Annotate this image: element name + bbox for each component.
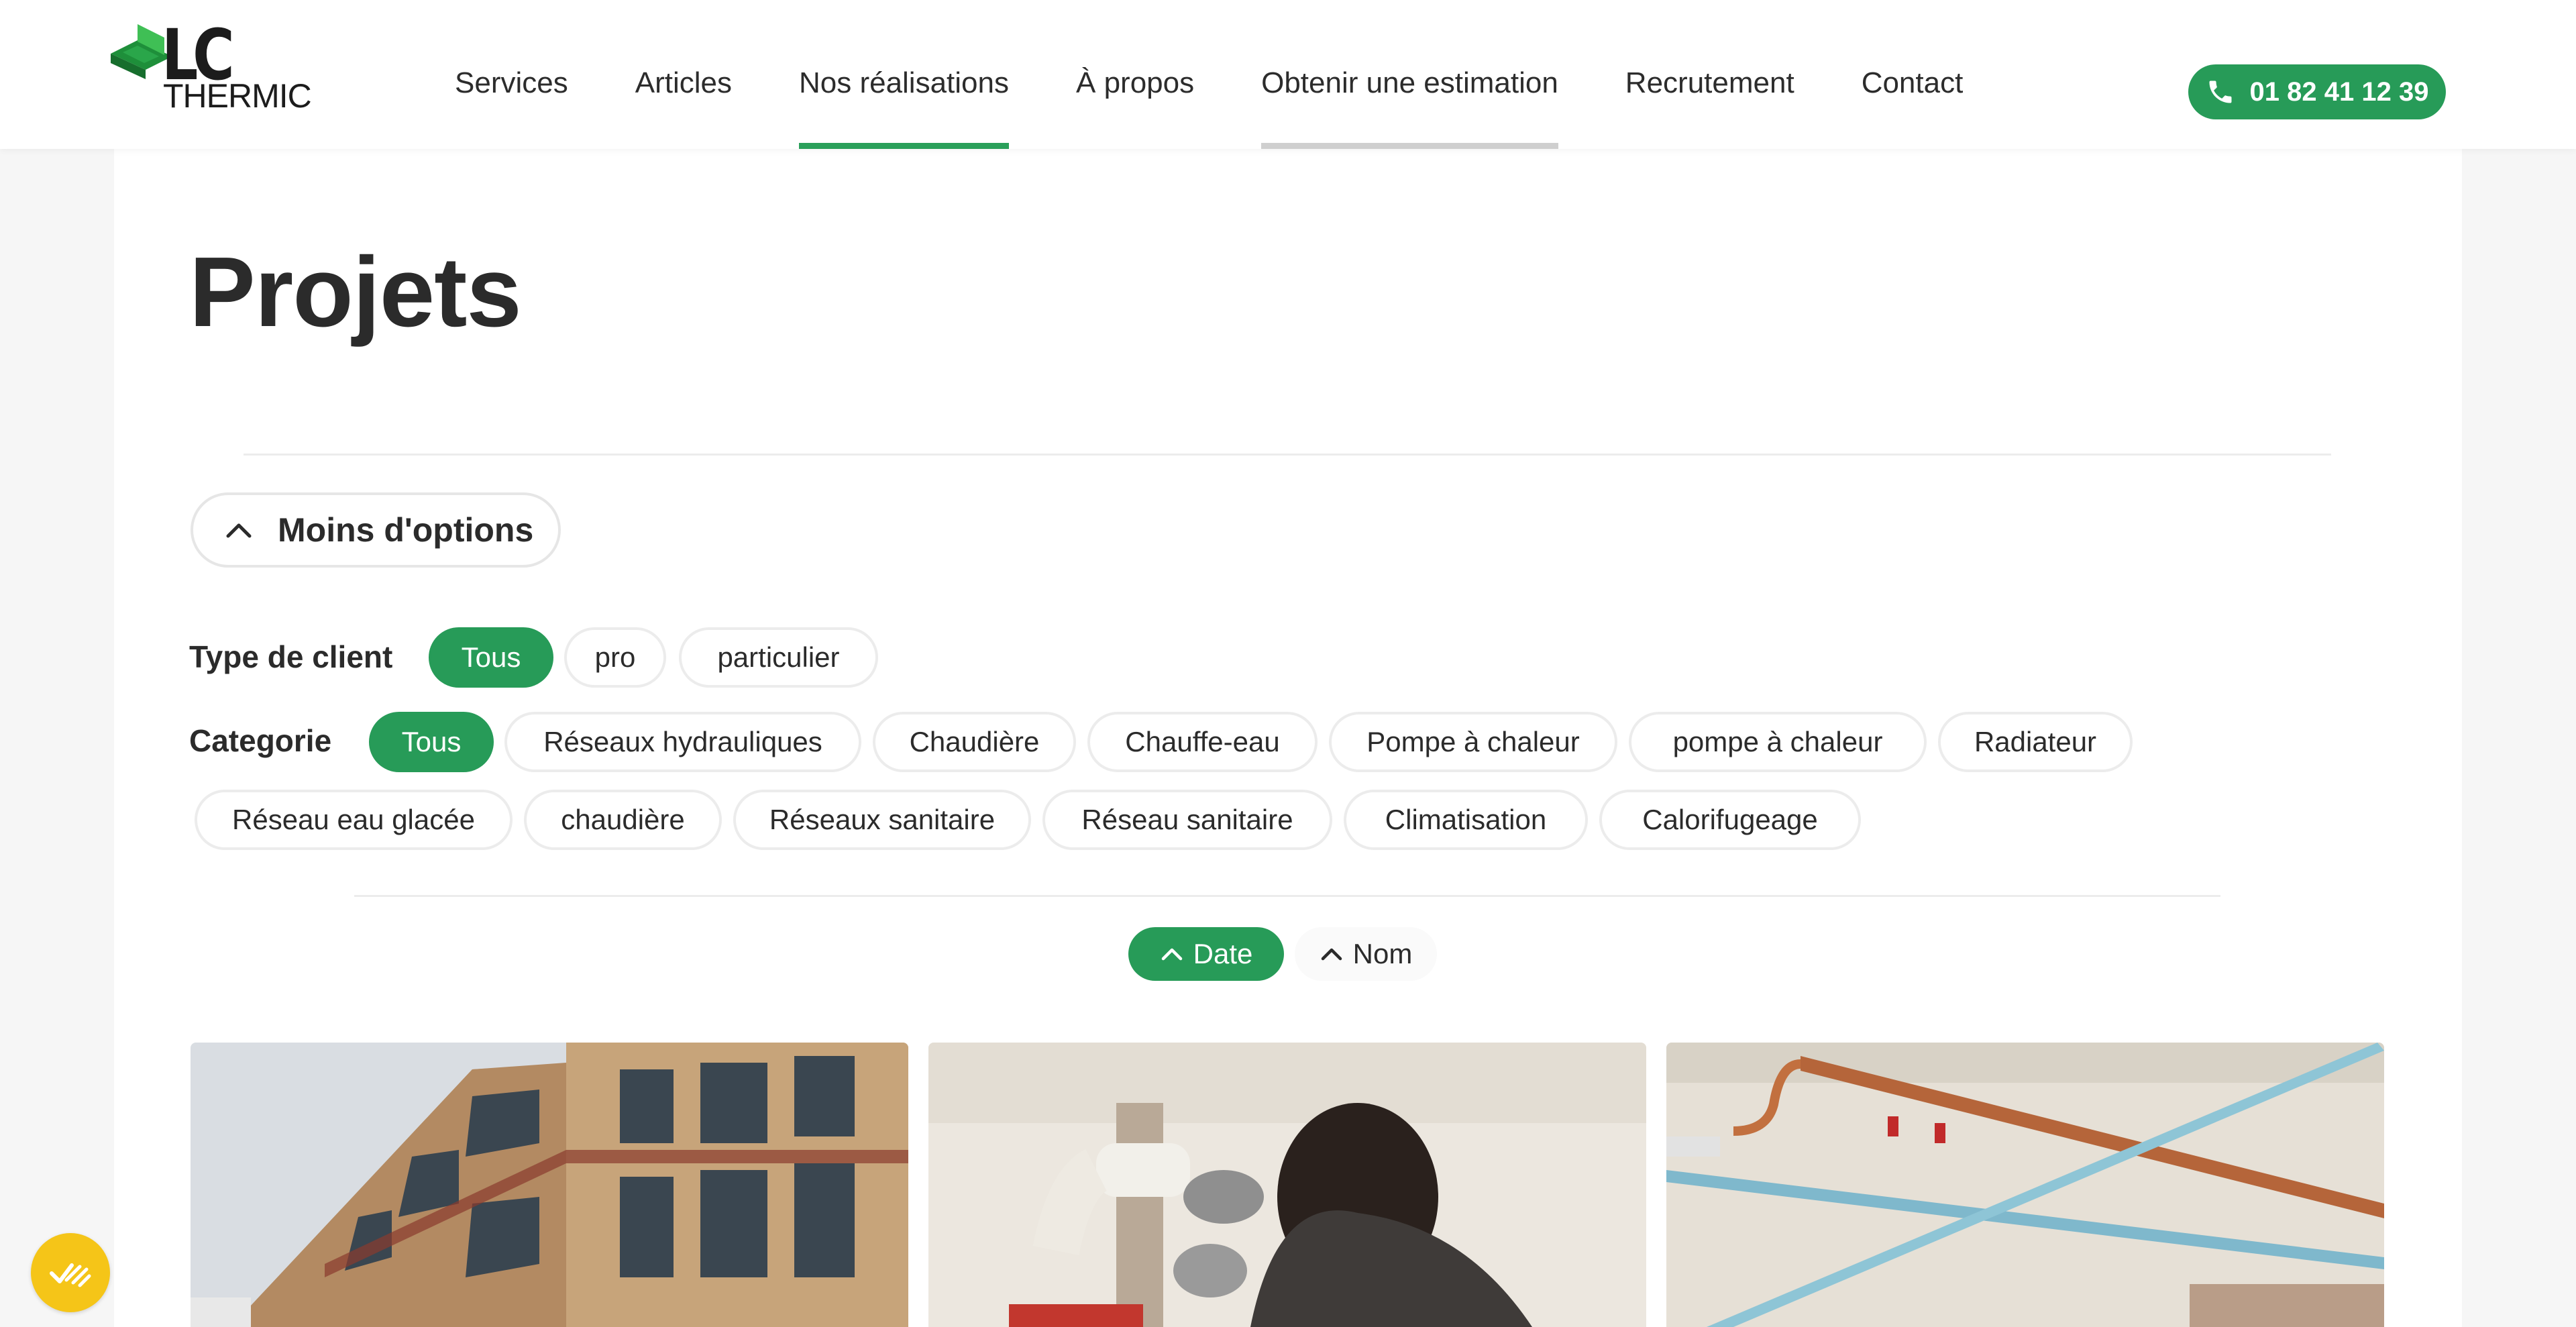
nav-recrutement[interactable]: Recrutement bbox=[1625, 0, 1794, 149]
category-chip-pompe-a-chaleur-lower[interactable]: pompe à chaleur bbox=[1629, 712, 1927, 772]
client-chip-particulier[interactable]: particulier bbox=[679, 627, 878, 688]
toggle-options-button[interactable]: Moins d'options bbox=[191, 492, 561, 568]
category-chip-reseau-eau-glacee[interactable]: Réseau eau glacée bbox=[195, 790, 513, 850]
category-chip-chaudiere-lower[interactable]: chaudière bbox=[524, 790, 722, 850]
nav-contact-label: Contact bbox=[1861, 66, 1964, 99]
cookie-consent-icon bbox=[50, 1263, 91, 1287]
category-chip-reseaux-sanitaire[interactable]: Réseaux sanitaire bbox=[733, 790, 1031, 850]
divider bbox=[244, 454, 2331, 456]
sort-name-label: Nom bbox=[1352, 938, 1413, 969]
site-header: LC THERMIC Services Articles Nos réalisa… bbox=[0, 0, 2576, 149]
chevron-up-icon bbox=[226, 523, 252, 538]
project-image-pipes bbox=[1666, 1043, 2384, 1327]
category-chip-calorifugeage[interactable]: Calorifugeage bbox=[1599, 790, 1861, 850]
chevron-up-icon bbox=[1161, 948, 1182, 961]
brand-logo[interactable]: LC THERMIC bbox=[111, 19, 312, 113]
page-title: Projets bbox=[189, 237, 522, 348]
toggle-options-label: Moins d'options bbox=[278, 511, 534, 549]
nav-articles[interactable]: Articles bbox=[635, 0, 732, 149]
client-chip-tous[interactable]: Tous bbox=[429, 627, 553, 688]
project-image-technician bbox=[928, 1043, 1646, 1327]
chevron-up-icon bbox=[1321, 948, 1342, 961]
nav-apropos-label: À propos bbox=[1076, 66, 1195, 99]
nav-realisations[interactable]: Nos réalisations bbox=[798, 0, 1009, 149]
project-card-building[interactable] bbox=[191, 1043, 908, 1327]
sort-by-date-button[interactable]: Date bbox=[1128, 927, 1284, 981]
nav-estimation-label: Obtenir une estimation bbox=[1261, 66, 1558, 99]
nav-services-label: Services bbox=[455, 66, 568, 99]
project-card-pipes[interactable] bbox=[1666, 1043, 2384, 1327]
projects-panel: Projets Moins d'options Type de client T… bbox=[114, 149, 2462, 1327]
phone-button[interactable]: 01 82 41 12 39 bbox=[2188, 64, 2446, 119]
category-label: Categorie bbox=[189, 723, 332, 758]
client-chip-pro[interactable]: pro bbox=[564, 627, 666, 688]
category-chip-pompe-a-chaleur[interactable]: Pompe à chaleur bbox=[1329, 712, 1617, 772]
nav-estimation[interactable]: Obtenir une estimation bbox=[1261, 0, 1558, 149]
category-chip-reseaux-hydrauliques[interactable]: Réseaux hydrauliques bbox=[504, 712, 861, 772]
nav-contact[interactable]: Contact bbox=[1862, 0, 1964, 149]
divider bbox=[354, 895, 2220, 897]
category-chip-radiateur[interactable]: Radiateur bbox=[1938, 712, 2133, 772]
nav-services[interactable]: Services bbox=[455, 0, 568, 149]
category-chip-climatisation[interactable]: Climatisation bbox=[1344, 790, 1588, 850]
nav-articles-label: Articles bbox=[635, 66, 732, 99]
nav-realisations-label: Nos réalisations bbox=[798, 66, 1009, 99]
category-chip-chaudiere[interactable]: Chaudière bbox=[873, 712, 1076, 772]
nav-active-indicator bbox=[798, 143, 1009, 149]
main-nav: Services Articles Nos réalisations À pro… bbox=[455, 0, 2030, 149]
category-chip-reseau-sanitaire[interactable]: Réseau sanitaire bbox=[1042, 790, 1332, 850]
project-card-technician[interactable] bbox=[928, 1043, 1646, 1327]
client-type-label: Type de client bbox=[189, 639, 393, 674]
phone-icon bbox=[2209, 81, 2232, 103]
category-chip-tous[interactable]: Tous bbox=[369, 712, 494, 772]
nav-hover-indicator bbox=[1261, 143, 1558, 149]
category-chip-chauffe-eau[interactable]: Chauffe-eau bbox=[1087, 712, 1318, 772]
phone-number: 01 82 41 12 39 bbox=[2249, 76, 2429, 107]
sort-date-label: Date bbox=[1193, 938, 1253, 969]
cookie-consent-button[interactable] bbox=[31, 1233, 110, 1312]
nav-apropos[interactable]: À propos bbox=[1076, 0, 1194, 149]
brand-subtitle: THERMIC bbox=[163, 77, 312, 115]
project-image-building bbox=[191, 1043, 908, 1327]
nav-recrutement-label: Recrutement bbox=[1625, 66, 1794, 99]
sort-by-name-button[interactable]: Nom bbox=[1295, 927, 1437, 981]
